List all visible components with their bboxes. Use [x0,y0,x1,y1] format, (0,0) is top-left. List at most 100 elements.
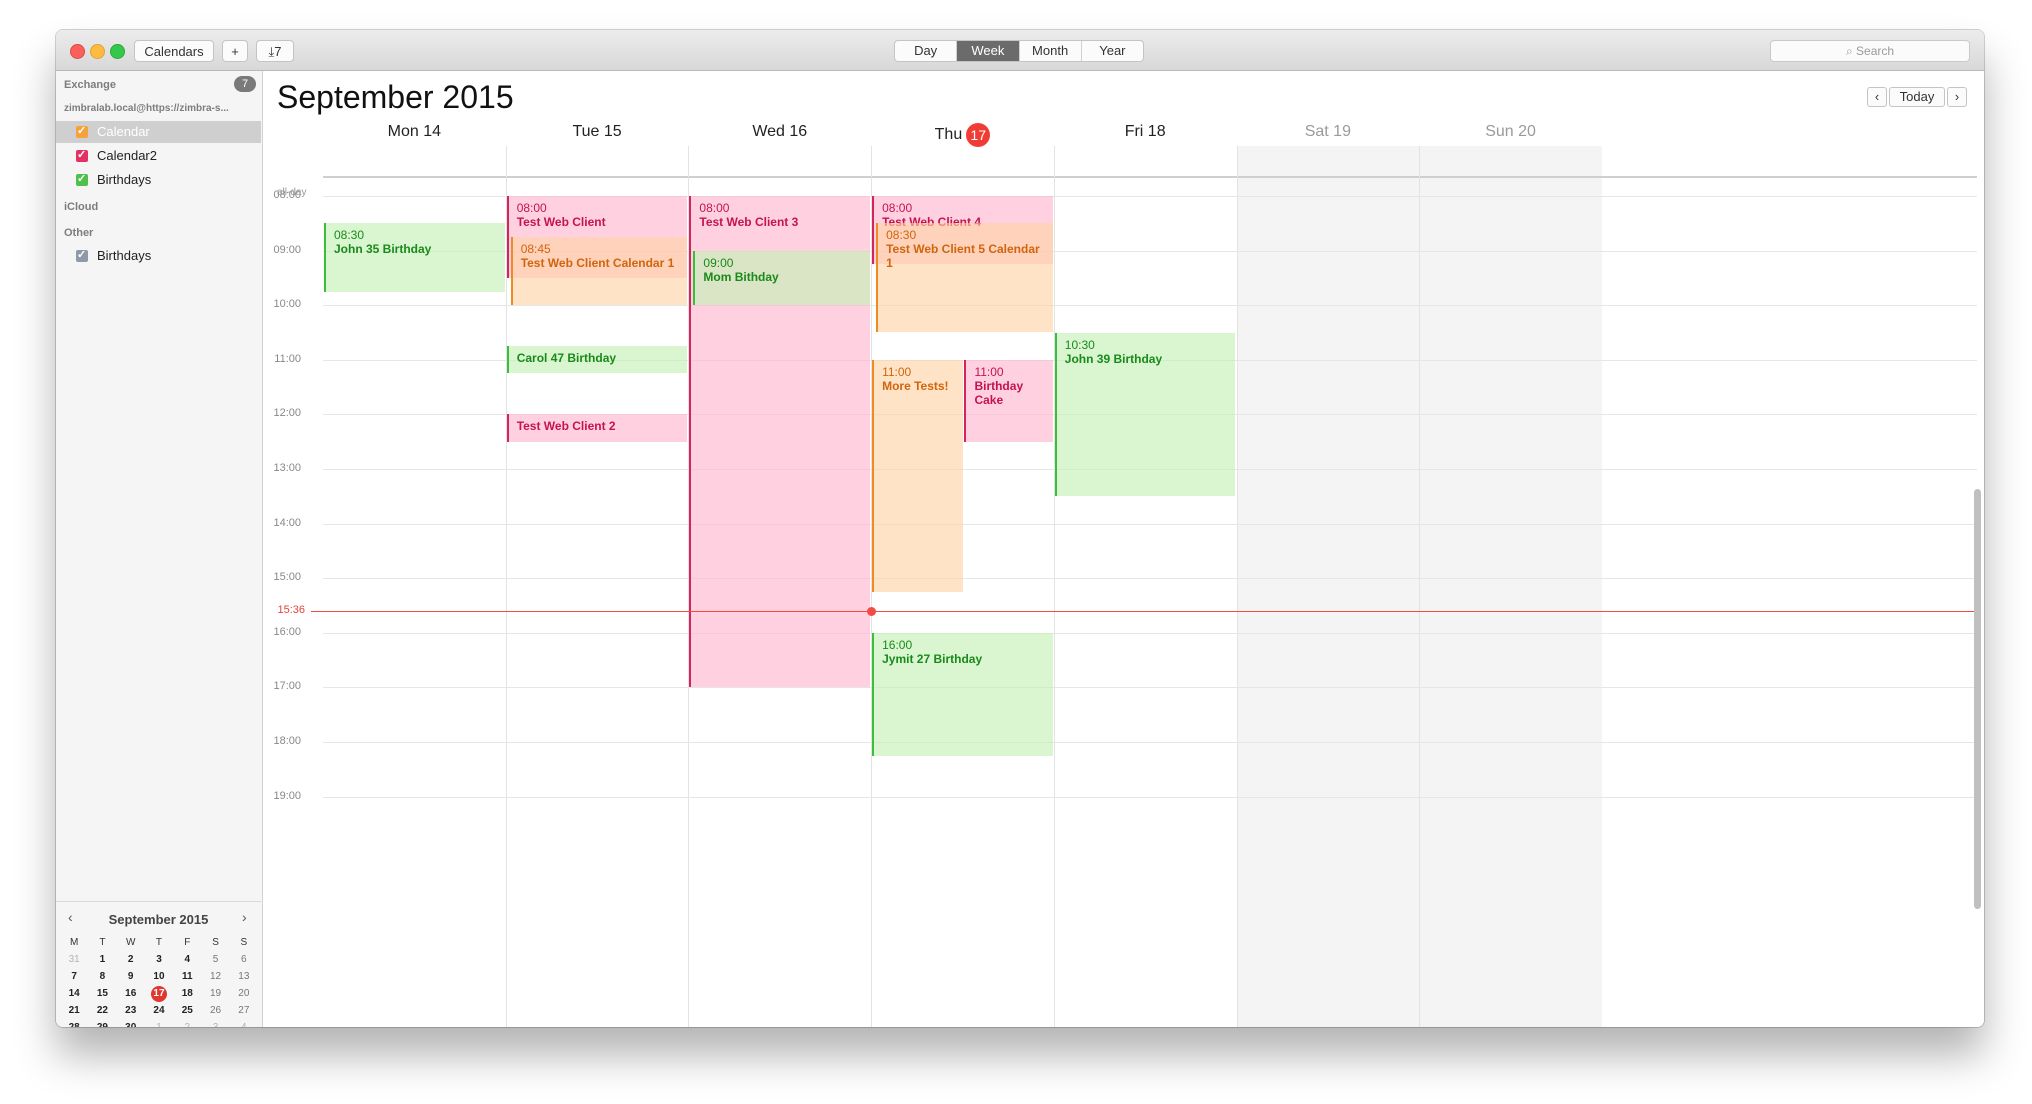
mini-weekday: S [212,937,219,948]
calendar-checkbox[interactable] [76,168,88,190]
today-button[interactable]: Today [1889,87,1945,107]
mini-weekday: M [69,937,79,948]
calendar-event[interactable]: 11:00 Birthday Cake [964,359,1053,442]
view-tab-year[interactable]: Year [1082,41,1143,61]
view-tab-week[interactable]: Week [957,41,1020,61]
mini-day[interactable]: 19 [201,985,229,1002]
event-title: Test Web Client 3 [699,215,799,229]
zoom-window-button[interactable] [110,44,125,59]
mini-day[interactable]: 2 [117,951,145,968]
mini-week-row: 2829301234 [60,1019,258,1027]
week-view: 08:00 09:00 10:00 11:00 12:00 13:00 14:00 15:00… [263,71,1984,1027]
allday-separator [323,176,1977,178]
mini-day[interactable]: 4 [173,951,201,968]
mini-day[interactable]: 4 [230,1019,258,1027]
mini-week-row: 14 15 16 17 18 19 20 [60,985,258,1002]
hour-line [323,578,1977,580]
calendar-event[interactable]: 09:00 Mom Bithday [693,250,871,306]
today-indicator: 17 [966,123,991,147]
event-time: 08:30 [886,228,917,243]
mini-day[interactable]: 27 [230,1002,258,1019]
mini-day[interactable]: 16 [117,985,145,1002]
calendars-button[interactable]: Calendars [134,40,214,62]
week-grid: 08:00 09:00 10:00 11:00 12:00 13:00 14:00 15:00… [263,71,1984,1027]
hour-label: 09:00 [273,243,301,256]
mini-day[interactable]: 7 [60,968,88,985]
mini-day[interactable]: 24 [145,1002,173,1019]
search-input[interactable]: ⌕ Search [1770,40,1970,62]
mini-day[interactable]: 1 [88,951,116,968]
mini-day[interactable]: 8 [88,968,116,985]
mini-day-today: 17 [153,988,165,999]
mini-calendar-grid: M T W T F S S 31 1 2 3 4 5 6 7 8 9 10 11 12 13 14 15 16 17 18 19 20… [60,934,258,1027]
mini-day[interactable]: 21 [60,1002,88,1019]
calendar-item[interactable]: Birthdays [56,168,261,191]
mini-day[interactable]: 1 [145,1019,173,1027]
calendar-event[interactable]: 11:00 More Tests! [872,359,964,592]
calendar-event[interactable]: 10:30 John 39 Birthday [1054,332,1236,497]
mini-day[interactable]: 17 [145,985,173,1002]
calendar-checkbox[interactable] [76,120,88,142]
calendar-event[interactable]: Carol 47 Birthday [506,346,688,374]
event-title: John 35 Birthday [334,242,432,257]
calendar-checkbox[interactable] [76,244,88,266]
event-title: Jymit 27 Birthday [882,651,983,666]
add-event-button[interactable]: + [222,40,248,62]
mini-day[interactable]: 6 [230,951,258,968]
mini-day[interactable]: 9 [117,968,145,985]
mini-day[interactable]: 15 [88,985,116,1002]
mini-day[interactable]: 29 [88,1019,116,1027]
hour-line [323,523,1977,525]
calendar-event[interactable]: 08:45 Test Web Client Calendar 1 [510,236,688,306]
mini-day[interactable]: 26 [201,1002,229,1019]
mini-weekday: T [99,937,106,948]
calendar-item[interactable]: Calendar [56,120,261,143]
mini-day[interactable]: 2 [173,1019,201,1027]
mini-day[interactable]: 18 [173,985,201,1002]
calendar-event[interactable]: Test Web Client 2 [506,414,688,442]
mini-day[interactable]: 5 [201,951,229,968]
mini-day[interactable]: 30 [117,1019,145,1027]
invitations-button[interactable]: ⤓7 [256,40,294,62]
view-tab-day[interactable]: Day [895,41,958,61]
view-tab-month[interactable]: Month [1020,41,1082,61]
event-time: 08:45 [520,241,551,256]
exchange-badge: 7 [234,76,256,92]
mini-day[interactable]: 13 [230,968,258,985]
prev-week-button[interactable]: ‹ [1867,87,1887,107]
event-title: Test Web Client Calendar 1 [520,255,675,270]
close-window-button[interactable] [70,44,85,59]
chevron-left-icon: ‹ [1874,89,1880,104]
calendar-event[interactable]: 16:00 Jymit 27 Birthday [872,632,1053,756]
calendar-event[interactable]: 08:30 Test Web Client 5 Calendar 1 [876,223,1053,333]
mini-weekday: W [125,937,136,948]
scrollbar[interactable] [1974,489,1981,909]
calendar-item[interactable]: Calendar2 [56,144,261,167]
mini-day[interactable]: 22 [88,1002,116,1019]
mini-day[interactable]: 12 [201,968,229,985]
mini-day[interactable]: 25 [173,1002,201,1019]
calendar-checkbox[interactable] [76,144,88,166]
calendar-item[interactable]: Birthdays [56,244,261,267]
mini-day[interactable]: 10 [145,968,173,985]
day-header[interactable]: Sun 20 [1392,123,1630,145]
mini-day[interactable]: 20 [230,985,258,1002]
calendar-event[interactable]: 08:30 John 35 Birthday [324,223,505,292]
mini-day[interactable]: 3 [201,1019,229,1027]
mini-day[interactable]: 3 [145,951,173,968]
day-column-divider [1236,146,1238,1027]
mini-day[interactable]: 31 [60,951,88,968]
minimize-window-button[interactable] [90,44,105,59]
mini-next-icon[interactable]: › [242,909,247,925]
day-header-label: Fri 18 [1124,123,1166,140]
mini-day[interactable]: 14 [60,985,88,1002]
mini-day[interactable]: 23 [117,1002,145,1019]
hour-label: 15:00 [273,571,301,584]
current-time-dot [867,606,877,616]
next-week-button[interactable]: › [1947,87,1967,107]
mini-day[interactable]: 28 [60,1019,88,1027]
allday-label: all-day [277,187,307,198]
day-header-label: Thu [934,126,963,144]
mini-weekday: S [240,937,248,948]
mini-day[interactable]: 11 [173,968,201,985]
